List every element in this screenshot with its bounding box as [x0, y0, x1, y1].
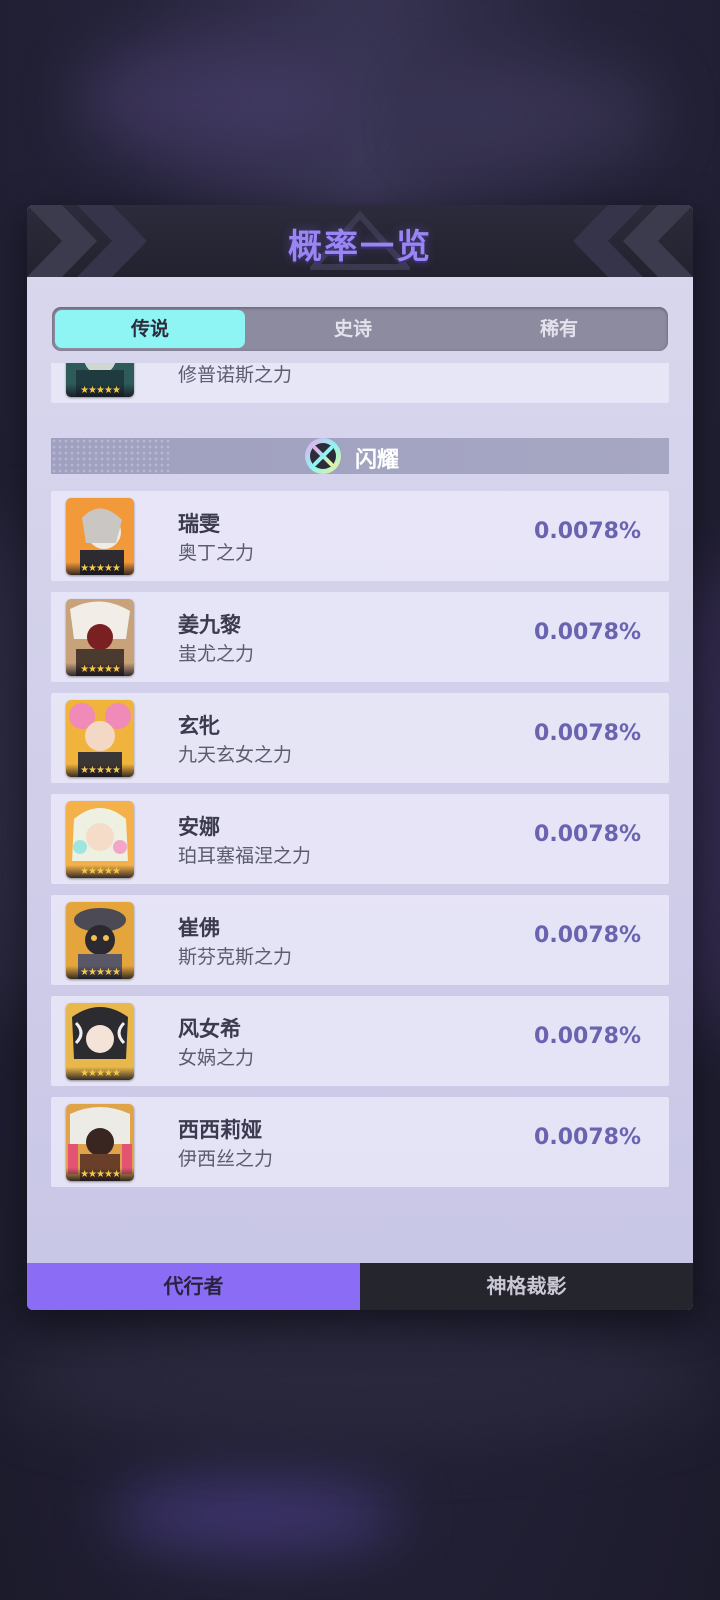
star-rating-icon: ★★★★★ [66, 1067, 134, 1080]
character-name: 玄牝 [178, 714, 220, 738]
character-portrait: ★★★★★ [66, 1003, 134, 1080]
character-power: 修普诺斯之力 [178, 364, 293, 386]
probability-value: 0.0078% [534, 519, 641, 544]
character-name: 瑞雯 [178, 512, 220, 536]
tab-rare[interactable]: 稀有 [464, 310, 654, 348]
list-item: ★★★★★ 玄牝 九天玄女之力 0.0078% [51, 693, 669, 783]
character-power: 蚩尤之力 [178, 643, 255, 665]
character-portrait: ★★★★★ [66, 700, 134, 777]
shine-rarity-icon [305, 438, 341, 474]
star-rating-icon: ★★★★★ [66, 865, 134, 878]
section-label: 闪耀 [355, 448, 400, 473]
tab-agents[interactable]: 代行者 [27, 1263, 360, 1310]
list-item: ★★★★★ 安娜 珀耳塞福涅之力 0.0078% [51, 794, 669, 884]
list-item: ★★★★★ 姜九黎 蚩尤之力 0.0078% [51, 592, 669, 682]
character-name: 姜九黎 [178, 613, 241, 637]
character-portrait: ★★★★★ [66, 363, 134, 397]
probability-value: 0.0078% [534, 822, 641, 847]
probability-list[interactable]: ★★★★★ 修普诺斯之力 闪耀 ★★★★★ 瑞雯 奥丁之力 0.0078% ★★… [27, 363, 693, 1267]
character-power: 珀耳塞福涅之力 [178, 845, 312, 867]
dialog-body: 传说 史诗 稀有 ★★★★★ 修普诺斯之力 闪耀 ★★★★★ 瑞雯 奥丁之力 0… [27, 277, 693, 1267]
character-portrait: ★★★★★ [66, 498, 134, 575]
section-header-shine: 闪耀 [51, 438, 669, 474]
list-item: ★★★★★ 西西莉娅 伊西丝之力 0.0078% [51, 1097, 669, 1187]
probability-value: 0.0078% [534, 923, 641, 948]
star-rating-icon: ★★★★★ [66, 1168, 134, 1181]
star-rating-icon: ★★★★★ [66, 562, 134, 575]
star-rating-icon: ★★★★★ [66, 966, 134, 979]
list-item: ★★★★★ 风女希 女娲之力 0.0078% [51, 996, 669, 1086]
probability-value: 0.0078% [534, 721, 641, 746]
character-name: 安娜 [178, 815, 220, 839]
character-power: 九天玄女之力 [178, 744, 293, 766]
character-power: 女娲之力 [178, 1047, 255, 1069]
rarity-tab-bar: 传说 史诗 稀有 [52, 307, 668, 351]
character-power: 斯芬克斯之力 [178, 946, 293, 968]
tab-divine-shadow[interactable]: 神格裁影 [360, 1263, 693, 1310]
character-portrait: ★★★★★ [66, 1104, 134, 1181]
character-portrait: ★★★★★ [66, 902, 134, 979]
probability-value: 0.0078% [534, 620, 641, 645]
dialog-header: 概率一览 [27, 205, 693, 277]
character-power: 奥丁之力 [178, 542, 255, 564]
character-power: 伊西丝之力 [178, 1148, 274, 1170]
character-name: 风女希 [178, 1017, 241, 1041]
list-item-partial: ★★★★★ 修普诺斯之力 [51, 363, 669, 403]
probability-value: 0.0078% [534, 1125, 641, 1150]
probability-value: 0.0078% [534, 1024, 641, 1049]
list-item: ★★★★★ 崔佛 斯芬克斯之力 0.0078% [51, 895, 669, 985]
tab-legendary[interactable]: 传说 [55, 310, 245, 348]
character-portrait: ★★★★★ [66, 801, 134, 878]
section-dot-pattern-decor [51, 438, 171, 474]
list-item: ★★★★★ 瑞雯 奥丁之力 0.0078% [51, 491, 669, 581]
character-name: 崔佛 [178, 916, 220, 940]
probability-dialog: 概率一览 传说 史诗 稀有 ★★★★★ 修普诺斯之力 闪耀 ★★★★★ 瑞雯 奥… [27, 205, 693, 1310]
star-rating-icon: ★★★★★ [66, 663, 134, 676]
bottom-tab-bar: 代行者 神格裁影 [27, 1263, 693, 1310]
character-name: 西西莉娅 [178, 1118, 262, 1142]
dialog-title: 概率一览 [288, 227, 432, 267]
character-portrait: ★★★★★ [66, 599, 134, 676]
star-rating-icon: ★★★★★ [66, 764, 134, 777]
star-rating-icon: ★★★★★ [66, 384, 134, 397]
tab-epic[interactable]: 史诗 [258, 310, 448, 348]
